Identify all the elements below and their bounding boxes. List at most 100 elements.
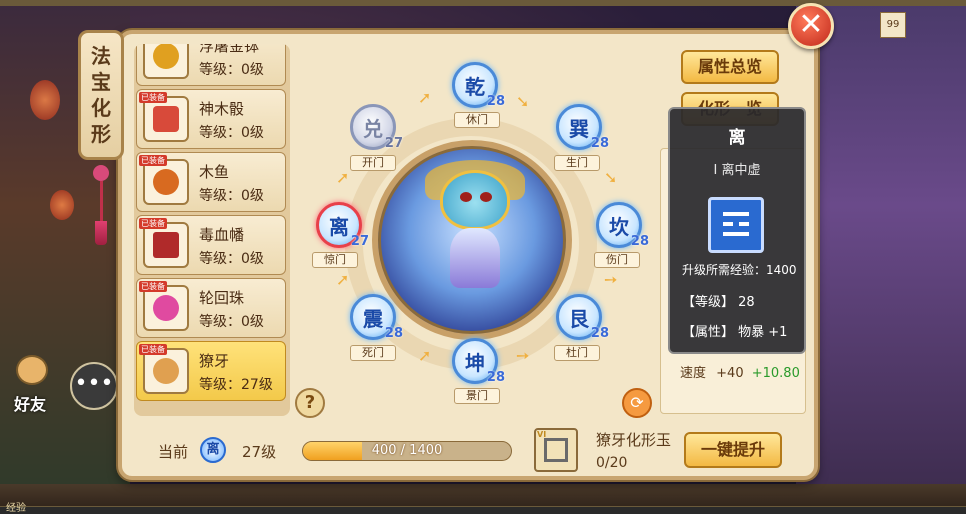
treasure-list[interactable]: 浮屠金钵 等级：0级 已装备 神木骰 等级：0级 已装备 木鱼 等级：0级 已装… (134, 44, 290, 416)
one-click-upgrade-button[interactable]: 一键提升 (684, 432, 782, 468)
jade-count: 0/20 (596, 455, 628, 471)
gate-label: 死门 (350, 345, 396, 361)
jade-name: 獠牙化形玉 (596, 431, 672, 449)
treasure-level: 等级：0级 (199, 314, 264, 330)
treasure-name: 轮回珠 (199, 289, 245, 307)
trigram-node-dui[interactable]: 兑 27 (350, 104, 403, 151)
arrow-icon: ➙ (604, 270, 618, 289)
trigram-node-xun[interactable]: 巽 28 (556, 104, 609, 151)
tooltip-level: 【等级】 28 (682, 295, 755, 310)
exp-progress-text: 400 / 1400 (371, 443, 443, 458)
trigram-node-zhen[interactable]: 震 28 (350, 294, 403, 341)
tooltip-subtitle: Ⅰ 离中虚 (713, 163, 761, 178)
gate-label: 伤门 (594, 252, 640, 268)
arrow-icon: ➙ (516, 346, 530, 365)
trigram-level: 28 (486, 370, 505, 385)
equipped-badge: 已装备 (139, 218, 167, 229)
trigram-level: 28 (630, 234, 649, 249)
speed-base: +40 (716, 366, 744, 381)
wood-dice-icon (153, 106, 179, 132)
list-item-treasure[interactable]: 已装备 神木骰 等级：0级 (136, 89, 286, 149)
trigram-level: 28 (486, 94, 505, 109)
pet-portrait (420, 160, 530, 300)
list-item-treasure[interactable]: 浮屠金钵 等级：0级 (136, 44, 286, 86)
reincarnation-bead-icon (153, 295, 179, 321)
current-level: 27级 (242, 443, 277, 461)
equipped-badge: 已装备 (139, 155, 167, 166)
arrow-icon: ➚ (418, 88, 432, 107)
equipped-badge: 已装备 (139, 281, 167, 292)
experience-label: 经验 (6, 503, 26, 514)
treasure-level: 等级：27级 (199, 377, 273, 393)
equipped-badge: 已装备 (139, 92, 167, 103)
gate-label: 景门 (454, 388, 500, 404)
list-item-treasure[interactable]: 已装备 毒血幡 等级：0级 (136, 215, 286, 275)
treasure-name: 神木骰 (199, 100, 245, 118)
top-right-counter: 99 (880, 12, 906, 38)
speed-bonus: +10.80 (751, 366, 800, 381)
tooltip-exp: 升级所需经验：1400 (682, 263, 797, 277)
lantern-decoration (50, 190, 74, 220)
gate-label: 休门 (454, 112, 500, 128)
friend-label: 好友 (14, 395, 47, 414)
treasure-level: 等级：0级 (199, 62, 264, 78)
treasure-level: 等级：0级 (199, 251, 264, 267)
wooden-fish-icon (153, 169, 179, 195)
treasure-level: 等级：0级 (199, 188, 264, 204)
trigram-node-gen[interactable]: 艮 28 (556, 294, 609, 341)
trigram-level: 27 (350, 234, 369, 249)
treasure-level: 等级：0级 (199, 125, 264, 141)
treasure-name: 獠牙 (199, 352, 230, 370)
gold-bowl-icon (153, 44, 179, 69)
refresh-icon[interactable]: ⟳ (622, 388, 652, 418)
poison-banner-icon (153, 232, 179, 258)
trigram-node-kan[interactable]: 坎 28 (596, 202, 649, 249)
trigram-node-qian[interactable]: 乾 28 (452, 62, 505, 109)
lantern-decoration (30, 80, 60, 120)
current-trigram-icon: 离 (200, 437, 226, 463)
arrow-icon: ➘ (604, 168, 618, 187)
arrow-icon: ➚ (336, 270, 350, 289)
experience-bar (0, 506, 966, 514)
exp-progress-bar: 400 / 1400 (302, 441, 512, 461)
trigram-tooltip: 离 Ⅰ 离中虚 升级所需经验：1400 【等级】 28 【属性】 物暴 +1 (668, 107, 806, 354)
list-item-treasure-selected[interactable]: 已装备 獠牙 等级：27级 (136, 341, 286, 401)
trigram-level: 28 (590, 136, 609, 151)
friend-avatar-icon (16, 355, 48, 385)
trigram-level: 28 (590, 326, 609, 341)
list-item-treasure[interactable]: 已装备 木鱼 等级：0级 (136, 152, 286, 212)
treasure-name: 浮屠金钵 (199, 44, 260, 55)
close-button[interactable]: ✕ (788, 3, 834, 49)
tooltip-title: 离 (728, 128, 746, 148)
gate-label: 惊门 (312, 252, 358, 268)
arrow-icon: ➚ (336, 168, 350, 187)
gate-label: 生门 (554, 155, 600, 171)
tooltip-attribute: 【属性】 物暴 +1 (682, 325, 788, 340)
list-item-treasure[interactable]: 已装备 轮回珠 等级：0级 (136, 278, 286, 338)
attribute-overview-button[interactable]: 属性总览 (681, 50, 779, 84)
trigram-node-li[interactable]: 离 27 (316, 202, 369, 249)
trigram-level: 27 (384, 136, 403, 151)
friend-button[interactable]: 好友 (8, 355, 58, 415)
side-tab-title: 法宝化形 (91, 44, 111, 146)
speed-stat: 速度 +40 +10.80 (680, 362, 800, 381)
arrow-icon: ➚ (418, 346, 432, 365)
arrow-icon: ➘ (516, 92, 530, 111)
li-trigram-icon (708, 197, 764, 253)
current-label: 当前 (158, 443, 189, 461)
side-tab-treasure-transform[interactable]: 法宝化形 (78, 30, 124, 160)
trigram-node-kun[interactable]: 坤 28 (452, 338, 505, 385)
gate-label: 杜门 (554, 345, 600, 361)
transform-jade-icon[interactable]: VI (534, 428, 578, 472)
equipped-badge: 已装备 (139, 344, 167, 355)
trigram-level: 28 (384, 326, 403, 341)
fang-icon (153, 358, 179, 384)
tassel-decoration (93, 165, 109, 255)
treasure-name: 木鱼 (199, 163, 230, 181)
treasure-thumb (143, 44, 189, 79)
treasure-name: 毒血幡 (199, 226, 245, 244)
background-scene-right (796, 0, 966, 514)
speed-label: 速度 (680, 366, 707, 381)
chat-bubble-button[interactable]: ••• (70, 362, 118, 410)
help-button[interactable]: ? (295, 388, 325, 418)
